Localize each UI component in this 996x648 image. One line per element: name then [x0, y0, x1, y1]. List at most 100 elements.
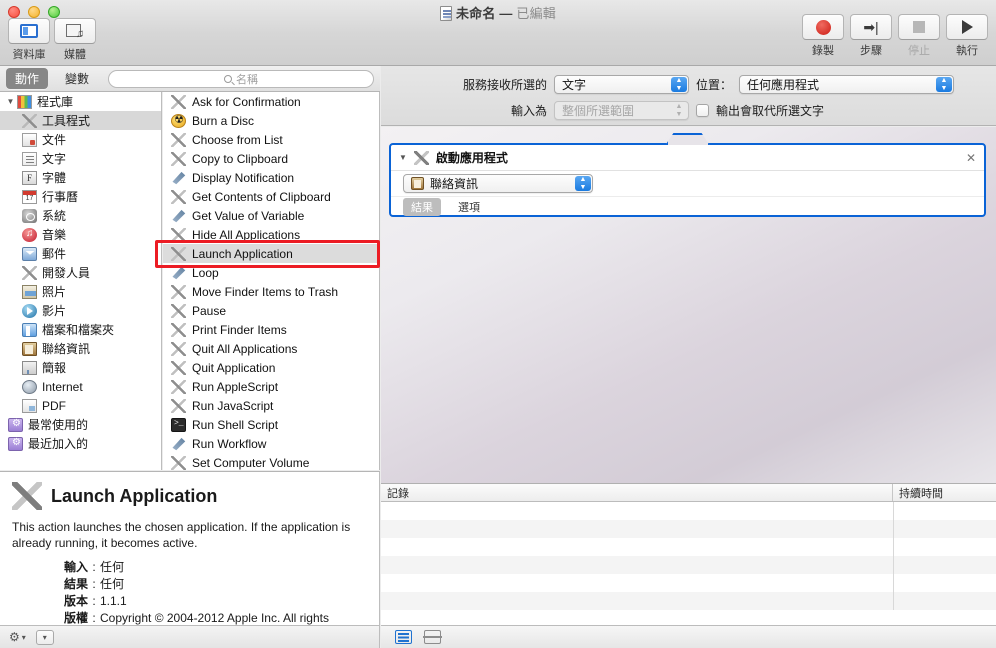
sidebar-item-mail[interactable]: 郵件	[0, 244, 161, 263]
list-item[interactable]: Display Notification	[163, 168, 379, 187]
calendar-icon	[22, 189, 37, 204]
shell-script-icon	[171, 417, 186, 432]
sidebar-item-contacts[interactable]: 聯絡資訊	[0, 339, 161, 358]
list-view-icon[interactable]	[395, 630, 412, 644]
sidebar-item-movies[interactable]: 影片	[0, 301, 161, 320]
replace-selected-text-label: 輸出會取代所選文字	[716, 104, 825, 118]
stop-icon	[913, 21, 925, 33]
sidebar-item-presentations[interactable]: 簡報	[0, 358, 161, 377]
list-item[interactable]: Burn a Disc	[163, 111, 379, 130]
library-toolbar-button[interactable]: 資料庫	[8, 18, 50, 62]
sidebar-item-label: 簡報	[42, 361, 67, 375]
list-item[interactable]: Copy to Clipboard	[163, 149, 379, 168]
service-receives-label: 服務接收所選的	[462, 78, 547, 92]
list-item[interactable]: Set Computer Volume	[163, 453, 379, 470]
list-item[interactable]: Get Value of Variable	[163, 206, 379, 225]
tab-actions[interactable]: 動作	[6, 68, 49, 89]
list-item[interactable]: Print Finder Items	[163, 320, 379, 339]
sidebar-item-photos[interactable]: 照片	[0, 282, 161, 301]
list-item[interactable]: Quit Application	[163, 358, 379, 377]
utilities-icon	[22, 113, 37, 128]
split-view-icon[interactable]	[423, 630, 442, 644]
step-button[interactable]: ➡| 步驟	[850, 14, 892, 58]
automator-x-icon	[171, 227, 186, 242]
action-list[interactable]: Ask for Confirmation Burn a Disc Choose …	[163, 92, 380, 470]
list-item[interactable]: Run Shell Script	[163, 415, 379, 434]
action-description-panel: Launch Application This action launches …	[0, 471, 380, 625]
workflow-canvas[interactable]: ▼ 啟動應用程式 ✕ 聯絡資訊 ▲ ▼ 結果 選項	[381, 127, 996, 483]
files-folders-icon	[22, 322, 37, 337]
list-item[interactable]: Run AppleScript	[163, 377, 379, 396]
sidebar-item-internet[interactable]: Internet	[0, 377, 161, 396]
sidebar-item-calendar[interactable]: 行事曆	[0, 187, 161, 206]
options-button[interactable]: 選項	[450, 198, 488, 216]
list-item[interactable]: Quit All Applications	[163, 339, 379, 358]
movies-icon	[22, 303, 37, 318]
sidebar-item-library-root[interactable]: ▼ 程式庫	[0, 92, 161, 111]
replace-selected-text-checkbox[interactable]	[696, 104, 709, 117]
sidebar-item-music[interactable]: 音樂	[0, 225, 161, 244]
record-button[interactable]: 錄製	[802, 14, 844, 58]
search-placeholder: 名稱	[236, 73, 259, 86]
step-button-label: 步驟	[860, 45, 882, 57]
automator-x-icon	[171, 341, 186, 356]
input-as-popup[interactable]: 整個所選範圍 ▲ ▼	[554, 101, 689, 120]
action-card-footer: 結果 選項	[391, 197, 984, 217]
list-item[interactable]: Run JavaScript	[163, 396, 379, 415]
sidebar-item-system[interactable]: 系統	[0, 206, 161, 225]
close-icon[interactable]: ✕	[966, 151, 976, 165]
sidebar-item-most-used[interactable]: 最常使用的	[0, 415, 161, 434]
results-button[interactable]: 結果	[403, 198, 441, 216]
description-field-row: 版本 : 1.1.1	[36, 593, 367, 610]
list-item-launch-application[interactable]: Launch Application	[163, 244, 379, 263]
location-popup[interactable]: 任何應用程式 ▲ ▼	[739, 75, 955, 94]
library-sidebar[interactable]: ▼ 程式庫 工具程式 文件 文字 F 字體 行事曆 系統	[0, 92, 162, 470]
sidebar-item-fonts[interactable]: F 字體	[0, 168, 161, 187]
disclosure-triangle-icon[interactable]: ▼	[6, 97, 15, 106]
sidebar-item-text[interactable]: 文字	[0, 149, 161, 168]
list-item[interactable]: Move Finder Items to Trash	[163, 282, 379, 301]
log-row	[381, 574, 996, 592]
sidebar-item-label: 最近加入的	[28, 437, 89, 451]
sidebar-item-label: 最常使用的	[28, 418, 89, 432]
sidebar-item-utilities[interactable]: 工具程式	[0, 111, 161, 130]
log-column-header-log[interactable]: 記錄	[381, 484, 893, 501]
toolbar-right-group: 錄製 ➡| 步驟 停止 執行	[802, 14, 988, 58]
workflow-action-card[interactable]: ▼ 啟動應用程式 ✕ 聯絡資訊 ▲ ▼ 結果 選項	[389, 133, 986, 217]
sidebar-item-pdf[interactable]: PDF	[0, 396, 161, 415]
sidebar-item-developer[interactable]: 開發人員	[0, 263, 161, 282]
media-toolbar-button[interactable]: 媒體	[54, 18, 96, 62]
toolbar-left-group: 資料庫 媒體	[8, 18, 96, 62]
list-item[interactable]: Get Contents of Clipboard	[163, 187, 379, 206]
list-item[interactable]: Hide All Applications	[163, 225, 379, 244]
list-item[interactable]: Loop	[163, 263, 379, 282]
run-button[interactable]: 執行	[946, 14, 988, 58]
log-column-header-duration[interactable]: 持續時間	[893, 484, 996, 501]
application-popup[interactable]: 聯絡資訊 ▲ ▼	[403, 174, 593, 193]
field-value: 任何	[100, 560, 125, 574]
sidebar-item-files-folders[interactable]: 檔案和檔案夾	[0, 320, 161, 339]
list-item[interactable]: Run Workflow	[163, 434, 379, 453]
stop-button[interactable]: 停止	[898, 14, 940, 58]
description-title: Launch Application	[51, 485, 218, 506]
sidebar-item-documents[interactable]: 文件	[0, 130, 161, 149]
description-fields: 輸入 : 任何 結果 : 任何 版本 : 1.1.1 版權 : Copyrigh…	[36, 559, 367, 625]
field-colon: :	[92, 577, 96, 591]
list-item[interactable]: Ask for Confirmation	[163, 92, 379, 111]
library-popup-button[interactable]: ▾	[35, 629, 54, 645]
document-name: 未命名	[455, 6, 496, 21]
action-label: Choose from List	[192, 132, 283, 147]
list-item[interactable]: Pause	[163, 301, 379, 320]
list-item[interactable]: Choose from List	[163, 130, 379, 149]
window-titlebar: 未命名 — 已編輯 資料庫 媒體 錄製 ➡| 步驟	[0, 0, 996, 66]
disclosure-triangle-icon[interactable]: ▼	[399, 153, 407, 162]
tab-variables[interactable]: 變數	[56, 68, 98, 89]
gear-menu-button[interactable]: ⚙ ▾	[9, 630, 26, 644]
search-input[interactable]: 名稱	[108, 69, 374, 88]
sidebar-item-recently-added[interactable]: 最近加入的	[0, 434, 161, 453]
chevron-down-icon: ▾	[42, 632, 47, 642]
automator-x-icon	[171, 398, 186, 413]
service-receives-popup[interactable]: 文字 ▲ ▼	[554, 75, 689, 94]
description-field-row: 結果 : 任何	[36, 576, 367, 593]
description-field-row: 版權 : Copyright © 2004-2012 Apple Inc. Al…	[36, 610, 367, 625]
